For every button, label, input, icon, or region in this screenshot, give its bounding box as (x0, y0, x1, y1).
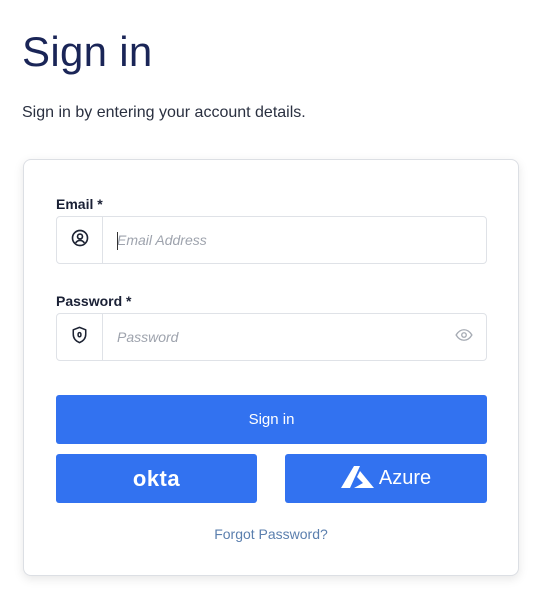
sign-in-page: Sign in Sign in by entering your account… (0, 0, 553, 603)
user-circle-icon (71, 229, 89, 252)
eye-icon (455, 328, 473, 347)
okta-sign-in-button[interactable]: okta (56, 454, 257, 503)
password-field[interactable] (103, 314, 442, 360)
text-cursor (117, 232, 118, 250)
password-label: Password * (56, 293, 132, 309)
azure-icon (340, 465, 375, 492)
azure-logo-text: Azure (378, 467, 432, 489)
password-input-group (56, 313, 487, 361)
email-label: Email * (56, 196, 103, 212)
email-field[interactable] (103, 217, 486, 263)
shield-icon (71, 326, 88, 349)
toggle-password-visibility[interactable] (442, 314, 486, 360)
password-prefix (57, 314, 103, 360)
page-title: Sign in (22, 28, 153, 75)
azure-sign-in-button[interactable]: Azure (285, 454, 487, 503)
sign-in-button[interactable]: Sign in (56, 395, 487, 444)
page-subtitle: Sign in by entering your account details… (22, 104, 306, 121)
azure-logo: Azure (340, 465, 432, 492)
email-prefix (57, 217, 103, 263)
email-input-group (56, 216, 487, 264)
forgot-password-link[interactable]: Forgot Password? (24, 526, 518, 542)
okta-logo-text: okta (132, 465, 181, 491)
sign-in-card: Email * Password * (23, 159, 519, 576)
